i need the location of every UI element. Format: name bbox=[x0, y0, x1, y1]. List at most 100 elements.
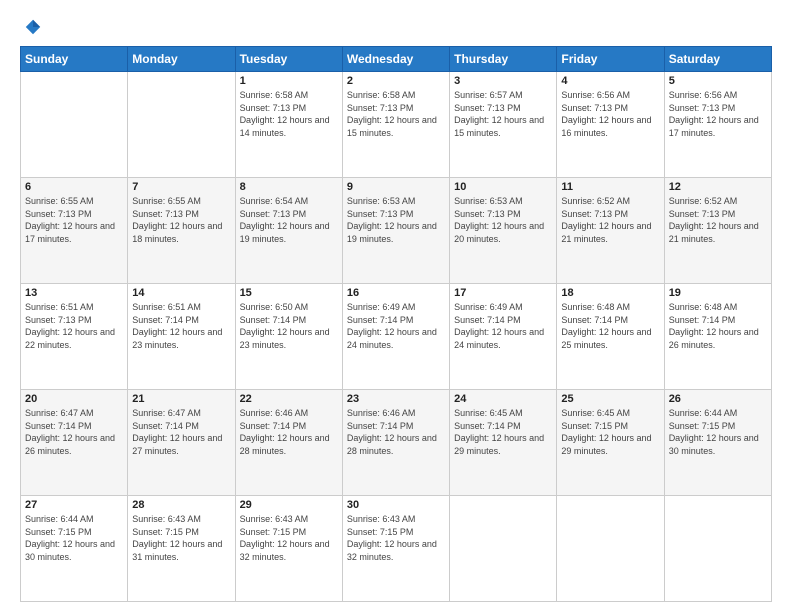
calendar-header-row: SundayMondayTuesdayWednesdayThursdayFrid… bbox=[21, 47, 772, 72]
col-header-saturday: Saturday bbox=[664, 47, 771, 72]
day-cell: 12 Sunrise: 6:52 AM Sunset: 7:13 PM Dayli… bbox=[664, 178, 771, 284]
day-number: 2 bbox=[347, 75, 445, 87]
day-cell bbox=[450, 496, 557, 602]
day-number: 16 bbox=[347, 287, 445, 299]
day-cell: 1 Sunrise: 6:58 AM Sunset: 7:13 PM Daylig… bbox=[235, 72, 342, 178]
calendar-table: SundayMondayTuesdayWednesdayThursdayFrid… bbox=[20, 46, 772, 602]
day-info: Sunrise: 6:51 AM Sunset: 7:13 PM Dayligh… bbox=[25, 301, 123, 351]
day-info: Sunrise: 6:46 AM Sunset: 7:14 PM Dayligh… bbox=[347, 407, 445, 457]
day-cell: 26 Sunrise: 6:44 AM Sunset: 7:15 PM Dayli… bbox=[664, 390, 771, 496]
day-cell: 24Sunrise: 6:45 AM Sunset: 7:14 PM Dayli… bbox=[450, 390, 557, 496]
day-cell: 17 Sunrise: 6:49 AM Sunset: 7:14 PM Dayli… bbox=[450, 284, 557, 390]
day-cell: 10 Sunrise: 6:53 AM Sunset: 7:13 PM Dayli… bbox=[450, 178, 557, 284]
day-info: Sunrise: 6:56 AM Sunset: 7:13 PM Dayligh… bbox=[669, 89, 767, 139]
day-number: 21 bbox=[132, 393, 230, 405]
day-cell: 15Sunrise: 6:50 AM Sunset: 7:14 PM Dayli… bbox=[235, 284, 342, 390]
day-info: Sunrise: 6:54 AM Sunset: 7:13 PM Dayligh… bbox=[240, 195, 338, 245]
day-info: Sunrise: 6:55 AM Sunset: 7:13 PM Dayligh… bbox=[132, 195, 230, 245]
day-cell: 8 Sunrise: 6:54 AM Sunset: 7:13 PM Daylig… bbox=[235, 178, 342, 284]
day-info: Sunrise: 6:49 AM Sunset: 7:14 PM Dayligh… bbox=[347, 301, 445, 351]
day-cell: 19Sunrise: 6:48 AM Sunset: 7:14 PM Dayli… bbox=[664, 284, 771, 390]
day-info: Sunrise: 6:55 AM Sunset: 7:13 PM Dayligh… bbox=[25, 195, 123, 245]
col-header-wednesday: Wednesday bbox=[342, 47, 449, 72]
col-header-tuesday: Tuesday bbox=[235, 47, 342, 72]
day-cell: 4 Sunrise: 6:56 AM Sunset: 7:13 PM Daylig… bbox=[557, 72, 664, 178]
day-number: 11 bbox=[561, 181, 659, 193]
day-cell bbox=[557, 496, 664, 602]
day-cell: 27 Sunrise: 6:44 AM Sunset: 7:15 PM Dayli… bbox=[21, 496, 128, 602]
day-number: 5 bbox=[669, 75, 767, 87]
day-info: Sunrise: 6:47 AM Sunset: 7:14 PM Dayligh… bbox=[25, 407, 123, 457]
logo bbox=[20, 18, 42, 36]
day-cell: 14 Sunrise: 6:51 AM Sunset: 7:14 PM Dayli… bbox=[128, 284, 235, 390]
day-cell: 25 Sunrise: 6:45 AM Sunset: 7:15 PM Dayli… bbox=[557, 390, 664, 496]
day-cell: 7 Sunrise: 6:55 AM Sunset: 7:13 PM Daylig… bbox=[128, 178, 235, 284]
day-info: Sunrise: 6:52 AM Sunset: 7:13 PM Dayligh… bbox=[561, 195, 659, 245]
day-cell: 11 Sunrise: 6:52 AM Sunset: 7:13 PM Dayli… bbox=[557, 178, 664, 284]
day-number: 1 bbox=[240, 75, 338, 87]
day-cell: 18 Sunrise: 6:48 AM Sunset: 7:14 PM Dayli… bbox=[557, 284, 664, 390]
day-cell: 9 Sunrise: 6:53 AM Sunset: 7:13 PM Daylig… bbox=[342, 178, 449, 284]
day-info: Sunrise: 6:48 AM Sunset: 7:14 PM Dayligh… bbox=[561, 301, 659, 351]
day-info: Sunrise: 6:53 AM Sunset: 7:13 PM Dayligh… bbox=[347, 195, 445, 245]
day-cell: 20 Sunrise: 6:47 AM Sunset: 7:14 PM Dayli… bbox=[21, 390, 128, 496]
day-info: Sunrise: 6:45 AM Sunset: 7:15 PM Dayligh… bbox=[561, 407, 659, 457]
day-cell: 22 Sunrise: 6:46 AM Sunset: 7:14 PM Dayli… bbox=[235, 390, 342, 496]
week-row-2: 6 Sunrise: 6:55 AM Sunset: 7:13 PM Daylig… bbox=[21, 178, 772, 284]
logo-icon bbox=[24, 18, 42, 36]
header bbox=[20, 18, 772, 36]
day-cell: 21 Sunrise: 6:47 AM Sunset: 7:14 PM Dayli… bbox=[128, 390, 235, 496]
col-header-thursday: Thursday bbox=[450, 47, 557, 72]
day-info: Sunrise: 6:45 AM Sunset: 7:14 PM Dayligh… bbox=[454, 407, 552, 457]
page: SundayMondayTuesdayWednesdayThursdayFrid… bbox=[0, 0, 792, 612]
day-number: 4 bbox=[561, 75, 659, 87]
day-info: Sunrise: 6:44 AM Sunset: 7:15 PM Dayligh… bbox=[25, 513, 123, 563]
day-number: 20 bbox=[25, 393, 123, 405]
day-info: Sunrise: 6:50 AM Sunset: 7:14 PM Dayligh… bbox=[240, 301, 338, 351]
day-info: Sunrise: 6:51 AM Sunset: 7:14 PM Dayligh… bbox=[132, 301, 230, 351]
day-number: 18 bbox=[561, 287, 659, 299]
day-number: 27 bbox=[25, 499, 123, 511]
week-row-5: 27 Sunrise: 6:44 AM Sunset: 7:15 PM Dayli… bbox=[21, 496, 772, 602]
day-number: 6 bbox=[25, 181, 123, 193]
day-number: 14 bbox=[132, 287, 230, 299]
day-info: Sunrise: 6:43 AM Sunset: 7:15 PM Dayligh… bbox=[347, 513, 445, 563]
day-number: 13 bbox=[25, 287, 123, 299]
day-info: Sunrise: 6:49 AM Sunset: 7:14 PM Dayligh… bbox=[454, 301, 552, 351]
col-header-sunday: Sunday bbox=[21, 47, 128, 72]
day-number: 7 bbox=[132, 181, 230, 193]
day-info: Sunrise: 6:44 AM Sunset: 7:15 PM Dayligh… bbox=[669, 407, 767, 457]
day-number: 23 bbox=[347, 393, 445, 405]
day-cell: 6 Sunrise: 6:55 AM Sunset: 7:13 PM Daylig… bbox=[21, 178, 128, 284]
day-cell: 5 Sunrise: 6:56 AM Sunset: 7:13 PM Daylig… bbox=[664, 72, 771, 178]
day-cell: 23 Sunrise: 6:46 AM Sunset: 7:14 PM Dayli… bbox=[342, 390, 449, 496]
day-cell: 28Sunrise: 6:43 AM Sunset: 7:15 PM Dayli… bbox=[128, 496, 235, 602]
day-info: Sunrise: 6:43 AM Sunset: 7:15 PM Dayligh… bbox=[240, 513, 338, 563]
day-number: 22 bbox=[240, 393, 338, 405]
day-info: Sunrise: 6:53 AM Sunset: 7:13 PM Dayligh… bbox=[454, 195, 552, 245]
day-number: 12 bbox=[669, 181, 767, 193]
col-header-monday: Monday bbox=[128, 47, 235, 72]
week-row-3: 13 Sunrise: 6:51 AM Sunset: 7:13 PM Dayli… bbox=[21, 284, 772, 390]
day-number: 8 bbox=[240, 181, 338, 193]
day-cell: 3 Sunrise: 6:57 AM Sunset: 7:13 PM Daylig… bbox=[450, 72, 557, 178]
day-number: 10 bbox=[454, 181, 552, 193]
day-cell: 2Sunrise: 6:58 AM Sunset: 7:13 PM Daylig… bbox=[342, 72, 449, 178]
day-cell bbox=[664, 496, 771, 602]
day-number: 17 bbox=[454, 287, 552, 299]
day-info: Sunrise: 6:52 AM Sunset: 7:13 PM Dayligh… bbox=[669, 195, 767, 245]
day-info: Sunrise: 6:47 AM Sunset: 7:14 PM Dayligh… bbox=[132, 407, 230, 457]
week-row-1: 1 Sunrise: 6:58 AM Sunset: 7:13 PM Daylig… bbox=[21, 72, 772, 178]
day-info: Sunrise: 6:58 AM Sunset: 7:13 PM Dayligh… bbox=[240, 89, 338, 139]
day-number: 25 bbox=[561, 393, 659, 405]
day-info: Sunrise: 6:48 AM Sunset: 7:14 PM Dayligh… bbox=[669, 301, 767, 351]
day-cell: 29Sunrise: 6:43 AM Sunset: 7:15 PM Dayli… bbox=[235, 496, 342, 602]
day-number: 3 bbox=[454, 75, 552, 87]
day-cell bbox=[128, 72, 235, 178]
day-cell: 30Sunrise: 6:43 AM Sunset: 7:15 PM Dayli… bbox=[342, 496, 449, 602]
day-info: Sunrise: 6:46 AM Sunset: 7:14 PM Dayligh… bbox=[240, 407, 338, 457]
day-info: Sunrise: 6:56 AM Sunset: 7:13 PM Dayligh… bbox=[561, 89, 659, 139]
day-number: 9 bbox=[347, 181, 445, 193]
day-number: 26 bbox=[669, 393, 767, 405]
day-info: Sunrise: 6:57 AM Sunset: 7:13 PM Dayligh… bbox=[454, 89, 552, 139]
